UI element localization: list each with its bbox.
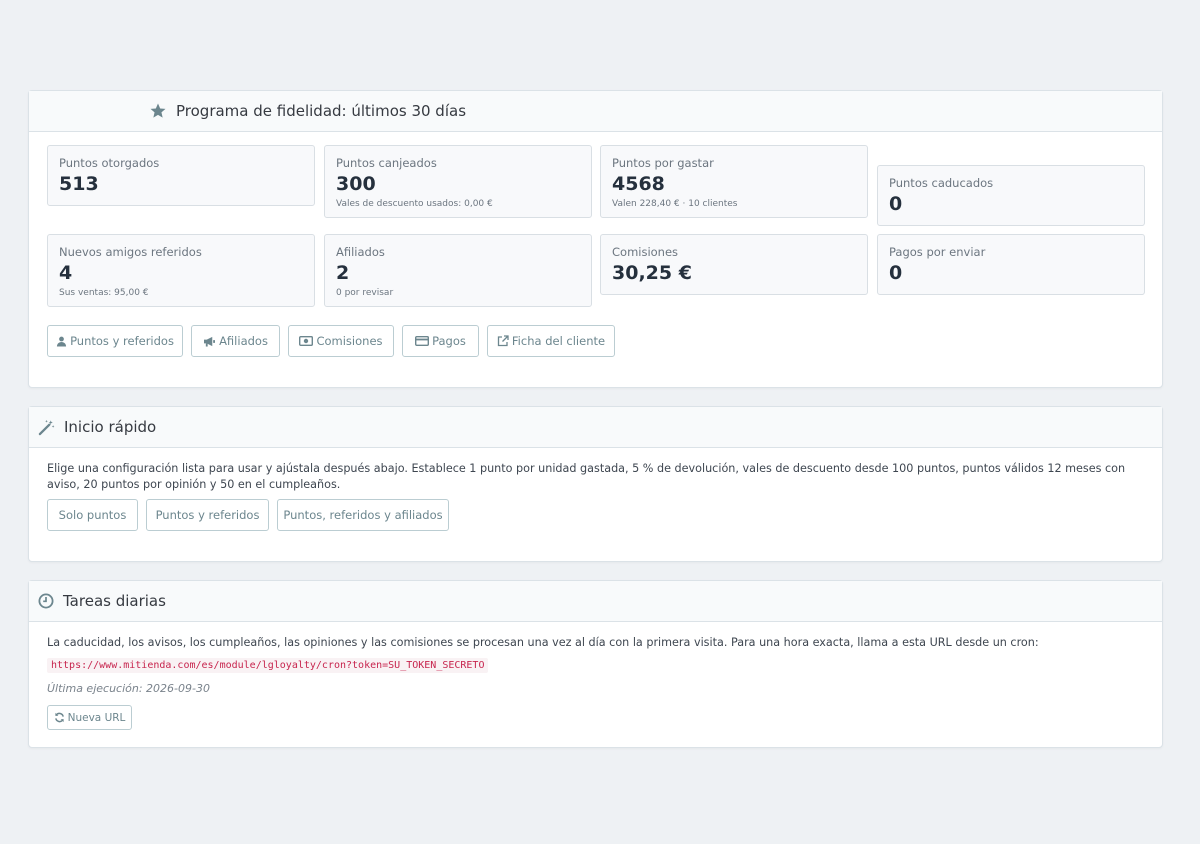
daily-tasks-panel: Tareas diarias La caducidad, los avisos,… xyxy=(28,580,1163,748)
star-icon xyxy=(149,102,167,120)
stat-points-redeemed: Puntos canjeados 300 Vales de descuento … xyxy=(324,145,592,218)
quick-start-heading: Inicio rápido xyxy=(29,407,1162,448)
stat-value: 0 xyxy=(889,193,903,215)
button-label: Solo puntos xyxy=(58,508,127,522)
quick-start-title: Inicio rápido xyxy=(64,418,157,436)
daily-tasks-heading: Tareas diarias xyxy=(29,581,1162,622)
stat-value: 300 xyxy=(336,173,376,195)
button-label: Nueva URL xyxy=(67,711,126,724)
stat-label: Puntos otorgados xyxy=(59,156,160,170)
stat-subtext: 0 por revisar xyxy=(336,288,394,298)
stat-value: 4 xyxy=(59,262,73,284)
preset-points-only-button[interactable]: Solo puntos xyxy=(47,499,138,531)
stat-value: 30,25 € xyxy=(612,262,692,284)
stat-points-to-spend: Puntos por gastar 4568 Valen 228,40 € · … xyxy=(600,145,868,218)
stat-subtext: Vales de descuento usados: 0,00 € xyxy=(336,199,493,209)
stat-label: Afiliados xyxy=(336,245,385,259)
stat-payouts-pending: Pagos por enviar 0 xyxy=(877,234,1145,295)
button-label: Comisiones xyxy=(316,334,383,348)
clock-icon xyxy=(38,593,54,609)
preset-points-referrals-affiliates-button[interactable]: Puntos, referidos y afiliados xyxy=(277,499,449,531)
external-link-icon xyxy=(497,335,509,347)
loyalty-panel-heading: Programa de fidelidad: últimos 30 días xyxy=(29,91,1162,132)
stat-value: 513 xyxy=(59,173,99,195)
stat-subtext: Sus ventas: 95,00 € xyxy=(59,288,149,298)
stat-label: Nuevos amigos referidos xyxy=(59,245,202,259)
last-run-text: Última ejecución: 2026-09-30 xyxy=(47,682,210,695)
points-referrals-button[interactable]: Puntos y referidos xyxy=(47,325,183,357)
stat-label: Comisiones xyxy=(612,245,679,259)
daily-tasks-description: La caducidad, los avisos, los cumpleaños… xyxy=(47,636,1039,649)
user-icon xyxy=(56,336,67,347)
button-label: Pagos xyxy=(432,334,466,348)
preset-points-referrals-button[interactable]: Puntos y referidos xyxy=(146,499,269,531)
commissions-button[interactable]: Comisiones xyxy=(288,325,394,357)
credit-card-icon xyxy=(415,336,430,346)
quick-start-description: Elige una configuración lista para usar … xyxy=(47,462,1126,491)
stat-label: Puntos por gastar xyxy=(612,156,714,170)
stat-subtext: Valen 228,40 € · 10 clientes xyxy=(612,199,738,209)
new-url-button[interactable]: Nueva URL xyxy=(47,705,132,730)
payouts-button[interactable]: Pagos xyxy=(402,325,479,357)
loyalty-panel: Programa de fidelidad: últimos 30 días P… xyxy=(28,90,1163,388)
stat-points-expired: Puntos caducados 0 xyxy=(877,165,1145,226)
money-icon xyxy=(299,336,314,346)
stat-value: 4568 xyxy=(612,173,665,195)
button-label: Afiliados xyxy=(219,334,268,348)
stat-label: Puntos canjeados xyxy=(336,156,437,170)
stat-commissions: Comisiones 30,25 € xyxy=(600,234,868,295)
stat-label: Pagos por enviar xyxy=(889,245,986,259)
button-label: Puntos y referidos xyxy=(70,334,174,348)
button-label: Puntos, referidos y afiliados xyxy=(283,508,443,522)
stat-value: 0 xyxy=(889,262,903,284)
bullhorn-icon xyxy=(203,336,216,347)
stat-label: Puntos caducados xyxy=(889,176,994,190)
stat-affiliates: Afiliados 2 0 por revisar xyxy=(324,234,592,307)
affiliates-button[interactable]: Afiliados xyxy=(191,325,280,357)
button-label: Ficha del cliente xyxy=(511,334,606,348)
stat-value: 2 xyxy=(336,262,350,284)
stat-points-awarded: Puntos otorgados 513 xyxy=(47,145,315,206)
button-label: Puntos y referidos xyxy=(155,508,260,522)
stat-new-referrals: Nuevos amigos referidos 4 Sus ventas: 95… xyxy=(47,234,315,307)
loyalty-panel-title: Programa de fidelidad: últimos 30 días xyxy=(176,102,467,120)
cron-url[interactable]: https://www.mitienda.com/es/module/lgloy… xyxy=(47,658,489,673)
magic-wand-icon xyxy=(38,419,55,436)
daily-tasks-title: Tareas diarias xyxy=(63,592,166,610)
quick-start-panel: Inicio rápido Elige una configuración li… xyxy=(28,406,1163,562)
customer-profile-button[interactable]: Ficha del cliente xyxy=(487,325,615,357)
refresh-icon xyxy=(54,712,65,723)
